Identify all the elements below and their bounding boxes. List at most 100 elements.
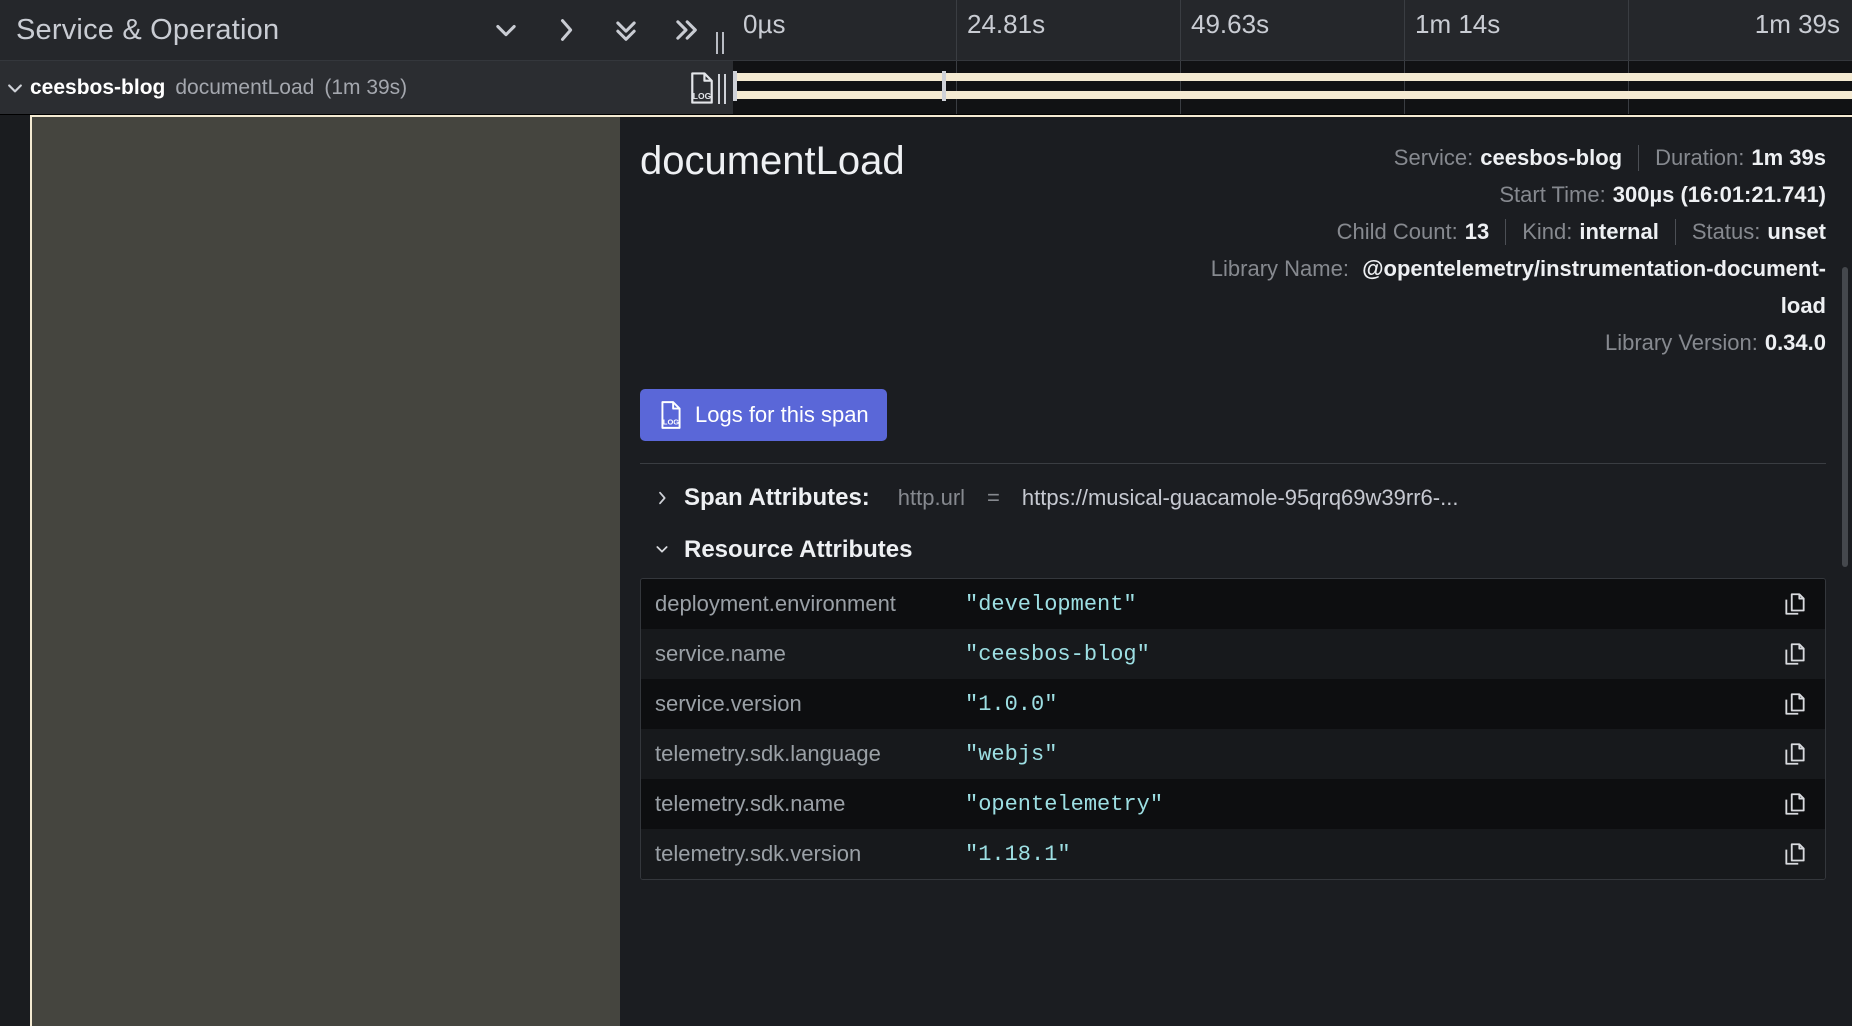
chevron-down-icon[interactable] (491, 15, 521, 45)
attribute-value: "opentelemetry" (965, 791, 1164, 817)
kind-value: internal (1579, 219, 1659, 244)
copy-icon[interactable] (1765, 741, 1825, 767)
log-file-icon: LOG (658, 400, 684, 430)
attribute-key: deployment.environment (655, 591, 896, 616)
span-summary-row[interactable]: ceesbos-blog documentLoad (1m 39s) LOG (0, 61, 1852, 115)
timeline-tick: 0µs (733, 0, 956, 60)
duration-value: 1m 39s (1751, 145, 1826, 170)
resource-attributes-label: Resource Attributes (684, 536, 913, 563)
kind-label: Kind: (1522, 219, 1573, 244)
child-count-value: 13 (1464, 219, 1490, 244)
child-count-label: Child Count: (1336, 219, 1458, 244)
detail-body: documentLoad Service: ceesbos-blog Durat… (0, 115, 1852, 1026)
column-resize-handle[interactable] (715, 74, 729, 104)
copy-icon[interactable] (1765, 641, 1825, 667)
span-bar-cell[interactable] (733, 61, 1852, 114)
duration-label: Duration: (1655, 145, 1745, 170)
chevron-down-icon (654, 536, 670, 564)
span-expand-caret-icon[interactable] (0, 78, 30, 98)
timeline-header: Service & Operation 0µs 24.81s 49.63s 1m… (0, 0, 1852, 61)
meta-divider (1638, 144, 1640, 171)
timeline-tick: 49.63s (1180, 0, 1404, 60)
span-operation-name: documentLoad (175, 75, 315, 99)
span-bar-child-tick (942, 71, 946, 101)
table-row: telemetry.sdk.language "webjs" (641, 729, 1825, 779)
span-detail-header: documentLoad Service: ceesbos-blog Durat… (640, 117, 1826, 361)
meta-divider (1674, 218, 1676, 245)
span-attributes-toggle[interactable]: Span Attributes: http.url = https://musi… (640, 464, 1826, 516)
detail-scrollbar[interactable] (1842, 267, 1848, 567)
copy-icon[interactable] (1765, 841, 1825, 867)
resource-attributes-toggle[interactable]: Resource Attributes (640, 516, 1826, 578)
attribute-value: "webjs" (965, 741, 1058, 767)
service-value: ceesbos-blog (1480, 145, 1623, 170)
span-bar (735, 91, 1852, 99)
attribute-value: "1.18.1" (965, 841, 1071, 867)
span-bar-start-tick (733, 71, 737, 101)
start-time-value: 300µs (16:01:21.741) (1612, 182, 1826, 207)
span-attribute-preview-key: http.url (897, 485, 966, 510)
attribute-value: "development" (965, 591, 1137, 617)
service-operation-column-header: Service & Operation (0, 0, 733, 60)
copy-icon[interactable] (1765, 791, 1825, 817)
status-value: unset (1767, 219, 1826, 244)
tick-label: 0µs (743, 9, 786, 39)
meta-service-duration: Service: ceesbos-blog Duration: 1m 39s (1186, 139, 1826, 176)
status-label: Status: (1691, 219, 1761, 244)
meta-library-version: Library Version: 0.34.0 (1186, 324, 1826, 361)
chevron-right-icon (654, 490, 670, 506)
chevron-right-icon[interactable] (551, 15, 581, 45)
column-title: Service & Operation (16, 13, 280, 46)
table-row: deployment.environment "development" (641, 579, 1825, 629)
span-attributes-label: Span Attributes: (684, 484, 870, 511)
tick-label: 24.81s (967, 9, 1046, 39)
tick-label: 1m 14s (1415, 9, 1501, 39)
service-label: Service: (1393, 145, 1474, 170)
log-file-icon[interactable]: LOG (687, 71, 717, 105)
table-row: service.version "1.0.0" (641, 679, 1825, 729)
timeline-tick: 1m 14s (1404, 0, 1628, 60)
span-attribute-preview-equals: = (987, 485, 1000, 510)
expand-collapse-controls (491, 15, 733, 45)
tick-label: 1m 39s (1754, 9, 1840, 39)
table-row: telemetry.sdk.version "1.18.1" (641, 829, 1825, 879)
copy-icon[interactable] (1765, 691, 1825, 717)
library-version-label: Library Version: (1604, 330, 1758, 355)
page-title: documentLoad (640, 139, 905, 183)
meta-child-kind-status: Child Count: 13 Kind: internal Status: u… (1186, 213, 1826, 250)
library-name-label: Library Name: (1210, 256, 1349, 281)
resource-attributes-table: deployment.environment "development" ser… (640, 578, 1826, 880)
timeline-ticks: 0µs 24.81s 49.63s 1m 14s 1m 39s (733, 0, 1852, 60)
tick-label: 49.63s (1191, 9, 1270, 39)
start-time-label: Start Time: (1499, 182, 1606, 207)
span-service-name: ceesbos-blog (30, 75, 166, 99)
trace-detail-view: Service & Operation 0µs 24.81s 49.63s 1m… (0, 0, 1852, 1026)
span-attribute-preview-value: https://musical-guacamole-95qrq69w39rr6-… (1021, 485, 1459, 510)
tree-gutter (0, 115, 30, 1026)
meta-library-name: Library Name: @opentelemetry/instrumenta… (1186, 250, 1826, 324)
span-metadata: Service: ceesbos-blog Duration: 1m 39s S… (1186, 139, 1826, 361)
attribute-value: "1.0.0" (965, 691, 1058, 717)
timeline-tick: 1m 39s (1628, 0, 1852, 60)
table-row: service.name "ceesbos-blog" (641, 629, 1825, 679)
chevrons-right-icon[interactable] (671, 15, 701, 45)
library-version-value: 0.34.0 (1764, 330, 1826, 355)
span-bar (735, 73, 1852, 81)
span-detail-backdrop (30, 115, 620, 1026)
attribute-key: telemetry.sdk.name (655, 791, 846, 816)
span-label-cell: ceesbos-blog documentLoad (1m 39s) LOG (0, 61, 733, 114)
timeline-tick: 24.81s (956, 0, 1180, 60)
logs-for-this-span-button[interactable]: LOG Logs for this span (640, 389, 887, 441)
chevrons-down-icon[interactable] (611, 15, 641, 45)
span-detail-panel: documentLoad Service: ceesbos-blog Durat… (620, 115, 1852, 1026)
column-resize-handle[interactable] (713, 30, 727, 56)
attribute-key: service.name (655, 641, 786, 666)
copy-icon[interactable] (1765, 591, 1825, 617)
meta-start-time: Start Time: 300µs (16:01:21.741) (1186, 176, 1826, 213)
attribute-key: telemetry.sdk.language (655, 741, 881, 766)
span-duration: (1m 39s) (324, 75, 408, 99)
attribute-value: "ceesbos-blog" (965, 641, 1150, 667)
library-name-value: @opentelemetry/instrumentation-document-… (1362, 256, 1826, 318)
table-row: telemetry.sdk.name "opentelemetry" (641, 779, 1825, 829)
svg-text:LOG: LOG (663, 418, 679, 427)
